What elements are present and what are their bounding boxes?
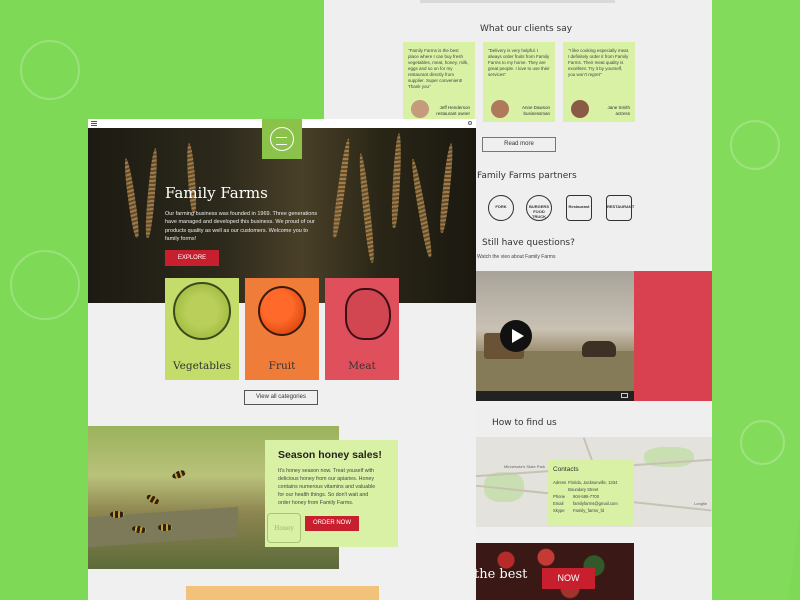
testimonial-text: "Delivery is very helpful. I always orde… xyxy=(488,48,550,77)
questions-heading: Still have questions? xyxy=(482,238,575,248)
testimonial-card: "Family Farms is the best place where I … xyxy=(403,42,475,122)
contact-value[interactable]: familyfarms@gmail.com xyxy=(573,500,618,507)
menu-icon[interactable] xyxy=(91,121,97,126)
honey-text: It's honey season now. Treat youself wit… xyxy=(278,468,376,506)
red-decor-panel xyxy=(634,271,712,401)
wheat-decor xyxy=(331,137,352,239)
background-doodle xyxy=(20,40,80,100)
contact-value: Family_farms_fd xyxy=(573,508,604,513)
video-controls[interactable] xyxy=(474,391,634,401)
testimonial-text: "I like cooking especially meat. I defin… xyxy=(568,48,630,77)
background-doodle xyxy=(10,250,80,320)
background-doodle xyxy=(730,120,780,170)
cabbage-icon xyxy=(173,282,231,340)
view-all-categories-button[interactable]: View all categories xyxy=(244,390,318,405)
background-doodle xyxy=(740,420,785,465)
testimonials-heading: What our clients say xyxy=(480,24,573,34)
testimonial-author: Jane Smith actress xyxy=(607,105,630,116)
avatar xyxy=(491,100,509,118)
bee-decor xyxy=(158,524,172,531)
search-icon[interactable] xyxy=(468,121,472,125)
orange-section-strip xyxy=(186,586,379,600)
honey-sale-card: Season honey sales! It's honey season no… xyxy=(265,440,398,547)
fullscreen-icon[interactable] xyxy=(621,393,628,398)
contact-row: Phone 904-595-7700 xyxy=(553,493,629,500)
contact-row: Email familyfarms@gmail.com xyxy=(553,500,629,507)
testimonial-card: "I like cooking especially meat. I defin… xyxy=(563,42,635,122)
contact-key: Adress xyxy=(553,480,567,485)
wheat-decor xyxy=(122,157,141,239)
contact-key: Phone xyxy=(553,494,566,499)
author-name: Anne Dawson xyxy=(521,105,550,110)
avatar xyxy=(571,100,589,118)
logo[interactable] xyxy=(262,119,302,159)
author-role: businessman xyxy=(523,110,550,116)
contacts-card: Contacts Adress Florida, Jacksonville, 13… xyxy=(548,460,634,526)
meat-icon xyxy=(345,288,391,340)
contacts-title: Contacts xyxy=(553,466,579,473)
category-label: Meat xyxy=(348,360,376,372)
category-label: Fruit xyxy=(268,360,296,372)
testimonial-text: "Family Farms is the best place where I … xyxy=(408,48,469,89)
contact-key: Email xyxy=(553,501,564,506)
author-role: actress xyxy=(615,110,630,116)
contact-value: 904-595-7700 xyxy=(573,494,600,499)
hero-title: Family Farms xyxy=(165,184,268,202)
wheat-decor xyxy=(144,147,159,239)
now-button[interactable]: NOW xyxy=(542,568,595,589)
honey-title: Season honey sales! xyxy=(278,449,382,461)
farm-logo-icon xyxy=(270,127,294,151)
contact-row: Adress Florida, Jacksonville, 1334 Bounda… xyxy=(553,479,629,493)
avatar xyxy=(411,100,429,118)
apple-icon xyxy=(258,286,306,336)
category-card-vegetables[interactable]: Vegetables xyxy=(165,278,239,380)
top-divider xyxy=(420,0,615,3)
author-name: Jane Smith xyxy=(607,105,630,110)
order-now-button[interactable]: ORDER NOW xyxy=(305,516,359,531)
partner-logo[interactable]: BURGERS FOOD TRUCK xyxy=(526,195,552,221)
category-card-meat[interactable]: Meat xyxy=(325,278,399,380)
author-name: Jeff Henderson xyxy=(439,105,470,110)
hero-text: Our farming business was founded in 1969… xyxy=(165,211,318,242)
bee-decor xyxy=(110,511,124,518)
honey-jar-sketch: Honey xyxy=(267,513,301,543)
wheat-decor xyxy=(185,142,198,214)
category-label: Vegetables xyxy=(173,360,231,372)
video-player[interactable] xyxy=(474,271,634,401)
partner-logo[interactable]: RESTAURANT xyxy=(606,195,634,221)
partners-heading: Family Farms partners xyxy=(477,171,577,181)
bee-decor xyxy=(171,468,187,481)
video-horses xyxy=(582,341,616,357)
contact-key: Skype xyxy=(553,508,565,513)
read-more-button[interactable]: Read more xyxy=(482,137,556,152)
partner-logo[interactable]: Restaurant xyxy=(566,195,592,221)
wheat-decor xyxy=(390,132,403,229)
contact-value: Florida, Jacksonville, 1334 Boundary Str… xyxy=(568,480,618,492)
contact-row: Skype Family_farms_fd xyxy=(553,507,629,514)
wheat-decor xyxy=(409,158,434,258)
banner-text: the best xyxy=(474,567,528,582)
partner-logo[interactable]: FORK xyxy=(488,195,514,221)
find-us-heading: How to find us xyxy=(492,418,557,428)
category-card-fruit[interactable]: Fruit xyxy=(245,278,319,380)
explore-button[interactable]: EXPLORE xyxy=(165,250,219,266)
testimonial-card: "Delivery is very helpful. I always orde… xyxy=(483,42,555,122)
play-icon[interactable] xyxy=(500,320,532,352)
wheat-decor xyxy=(357,152,376,264)
map-label: Minnesota's State Park xyxy=(504,464,546,469)
left-page: Family Farms Our farming business was fo… xyxy=(88,119,476,600)
map-label: Longfle xyxy=(694,501,708,506)
testimonial-author: Anne Dawson businessman xyxy=(522,105,550,116)
wheat-decor xyxy=(438,142,455,234)
video-caption: Watch the vieo about Family Farms xyxy=(477,254,556,260)
testimonial-author: Jeff Henderson restaurant owner xyxy=(436,105,470,116)
author-role: restaurant owner xyxy=(436,110,470,116)
bee-decor xyxy=(145,492,161,507)
